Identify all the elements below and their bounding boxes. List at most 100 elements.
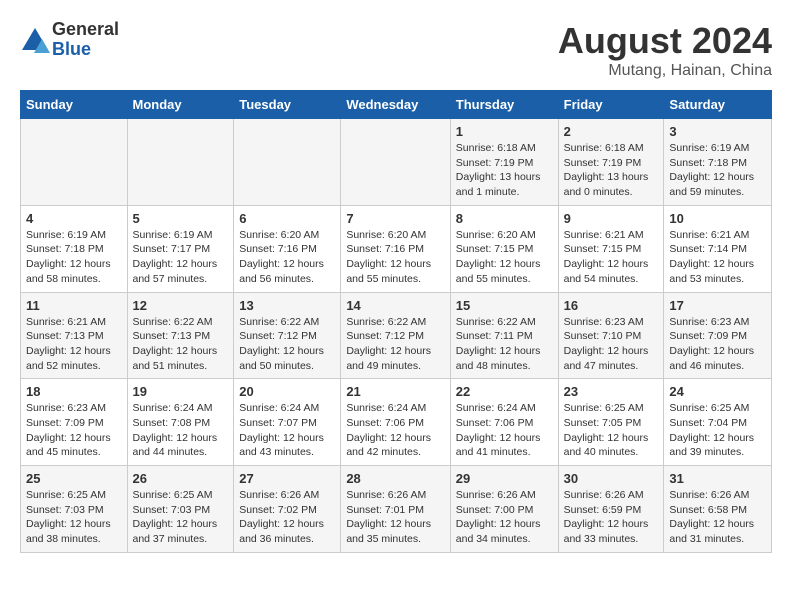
calendar-cell: 31Sunrise: 6:26 AM Sunset: 6:58 PM Dayli…: [664, 466, 772, 553]
day-number: 15: [456, 298, 553, 313]
day-number: 25: [26, 471, 122, 486]
day-info: Sunrise: 6:23 AM Sunset: 7:09 PM Dayligh…: [669, 315, 766, 374]
day-number: 16: [564, 298, 659, 313]
day-number: 13: [239, 298, 335, 313]
day-number: 27: [239, 471, 335, 486]
day-info: Sunrise: 6:23 AM Sunset: 7:09 PM Dayligh…: [26, 401, 122, 460]
day-info: Sunrise: 6:22 AM Sunset: 7:11 PM Dayligh…: [456, 315, 553, 374]
logo-text: General Blue: [52, 20, 119, 60]
calendar-cell: 12 Sunrise: 6:22 AM Sunset: 7:13 PM Dayli…: [127, 292, 234, 379]
day-number: 4: [26, 211, 122, 226]
calendar-table: SundayMondayTuesdayWednesdayThursdayFrid…: [20, 90, 772, 553]
calendar-cell: 26Sunrise: 6:25 AM Sunset: 7:03 PM Dayli…: [127, 466, 234, 553]
day-number: 18: [26, 384, 122, 399]
day-number: 24: [669, 384, 766, 399]
day-number: 12: [133, 298, 229, 313]
calendar-cell: 10Sunrise: 6:21 AM Sunset: 7:14 PM Dayli…: [664, 205, 772, 292]
calendar-cell: 13 Sunrise: 6:22 AM Sunset: 7:12 PM Dayli…: [234, 292, 341, 379]
logo-icon: [20, 25, 50, 55]
calendar-cell: 17 Sunrise: 6:23 AM Sunset: 7:09 PM Dayli…: [664, 292, 772, 379]
calendar-cell: 1Sunrise: 6:18 AM Sunset: 7:19 PM Daylig…: [450, 119, 558, 206]
logo-blue: Blue: [52, 40, 119, 60]
weekday-header-saturday: Saturday: [664, 91, 772, 119]
day-info: Sunrise: 6:21 AM Sunset: 7:14 PM Dayligh…: [669, 228, 766, 287]
calendar-cell: 25 Sunrise: 6:25 AM Sunset: 7:03 PM Dayli…: [21, 466, 128, 553]
day-number: 29: [456, 471, 553, 486]
day-info: Sunrise: 6:22 AM Sunset: 7:12 PM Dayligh…: [346, 315, 444, 374]
day-info: Sunrise: 6:24 AM Sunset: 7:07 PM Dayligh…: [239, 401, 335, 460]
day-number: 11: [26, 298, 122, 313]
day-number: 9: [564, 211, 659, 226]
calendar-week-row: 1Sunrise: 6:18 AM Sunset: 7:19 PM Daylig…: [21, 119, 772, 206]
calendar-cell: 16 Sunrise: 6:23 AM Sunset: 7:10 PM Dayli…: [558, 292, 664, 379]
day-number: 19: [133, 384, 229, 399]
day-info: Sunrise: 6:21 AM Sunset: 7:15 PM Dayligh…: [564, 228, 659, 287]
calendar-cell: 28 Sunrise: 6:26 AM Sunset: 7:01 PM Dayli…: [341, 466, 450, 553]
calendar-cell: 9 Sunrise: 6:21 AM Sunset: 7:15 PM Daylig…: [558, 205, 664, 292]
calendar-cell: [21, 119, 128, 206]
day-info: Sunrise: 6:20 AM Sunset: 7:15 PM Dayligh…: [456, 228, 553, 287]
day-number: 22: [456, 384, 553, 399]
weekday-header-monday: Monday: [127, 91, 234, 119]
day-number: 21: [346, 384, 444, 399]
day-info: Sunrise: 6:18 AM Sunset: 7:19 PM Dayligh…: [456, 141, 553, 200]
calendar-cell: 5Sunrise: 6:19 AM Sunset: 7:17 PM Daylig…: [127, 205, 234, 292]
day-info: Sunrise: 6:25 AM Sunset: 7:03 PM Dayligh…: [133, 488, 229, 547]
day-info: Sunrise: 6:22 AM Sunset: 7:12 PM Dayligh…: [239, 315, 335, 374]
calendar-cell: 19 Sunrise: 6:24 AM Sunset: 7:08 PM Dayli…: [127, 379, 234, 466]
calendar-week-row: 25 Sunrise: 6:25 AM Sunset: 7:03 PM Dayli…: [21, 466, 772, 553]
month-title: August 2024: [558, 20, 772, 62]
day-info: Sunrise: 6:24 AM Sunset: 7:06 PM Dayligh…: [346, 401, 444, 460]
weekday-header-friday: Friday: [558, 91, 664, 119]
calendar-cell: 8 Sunrise: 6:20 AM Sunset: 7:15 PM Daylig…: [450, 205, 558, 292]
calendar-cell: 4 Sunrise: 6:19 AM Sunset: 7:18 PM Daylig…: [21, 205, 128, 292]
day-info: Sunrise: 6:25 AM Sunset: 7:05 PM Dayligh…: [564, 401, 659, 460]
weekday-header-sunday: Sunday: [21, 91, 128, 119]
calendar-cell: 30Sunrise: 6:26 AM Sunset: 6:59 PM Dayli…: [558, 466, 664, 553]
day-info: Sunrise: 6:26 AM Sunset: 7:01 PM Dayligh…: [346, 488, 444, 547]
calendar-cell: 11 Sunrise: 6:21 AM Sunset: 7:13 PM Dayli…: [21, 292, 128, 379]
calendar-cell: 27Sunrise: 6:26 AM Sunset: 7:02 PM Dayli…: [234, 466, 341, 553]
day-number: 6: [239, 211, 335, 226]
logo: General Blue: [20, 20, 119, 60]
calendar-cell: 2Sunrise: 6:18 AM Sunset: 7:19 PM Daylig…: [558, 119, 664, 206]
page-header: General Blue August 2024 Mutang, Hainan,…: [20, 20, 772, 80]
day-info: Sunrise: 6:20 AM Sunset: 7:16 PM Dayligh…: [239, 228, 335, 287]
calendar-cell: 6 Sunrise: 6:20 AM Sunset: 7:16 PM Daylig…: [234, 205, 341, 292]
day-number: 5: [133, 211, 229, 226]
calendar-week-row: 4 Sunrise: 6:19 AM Sunset: 7:18 PM Daylig…: [21, 205, 772, 292]
title-block: August 2024 Mutang, Hainan, China: [558, 20, 772, 80]
day-number: 8: [456, 211, 553, 226]
calendar-cell: 18 Sunrise: 6:23 AM Sunset: 7:09 PM Dayli…: [21, 379, 128, 466]
logo-general: General: [52, 20, 119, 40]
day-info: Sunrise: 6:24 AM Sunset: 7:08 PM Dayligh…: [133, 401, 229, 460]
day-info: Sunrise: 6:21 AM Sunset: 7:13 PM Dayligh…: [26, 315, 122, 374]
calendar-week-row: 18 Sunrise: 6:23 AM Sunset: 7:09 PM Dayli…: [21, 379, 772, 466]
day-number: 17: [669, 298, 766, 313]
calendar-cell: 21 Sunrise: 6:24 AM Sunset: 7:06 PM Dayli…: [341, 379, 450, 466]
calendar-cell: 23 Sunrise: 6:25 AM Sunset: 7:05 PM Dayli…: [558, 379, 664, 466]
day-info: Sunrise: 6:19 AM Sunset: 7:18 PM Dayligh…: [26, 228, 122, 287]
day-number: 20: [239, 384, 335, 399]
day-number: 23: [564, 384, 659, 399]
day-number: 28: [346, 471, 444, 486]
day-info: Sunrise: 6:26 AM Sunset: 7:00 PM Dayligh…: [456, 488, 553, 547]
day-number: 31: [669, 471, 766, 486]
weekday-header-row: SundayMondayTuesdayWednesdayThursdayFrid…: [21, 91, 772, 119]
day-number: 2: [564, 124, 659, 139]
day-info: Sunrise: 6:22 AM Sunset: 7:13 PM Dayligh…: [133, 315, 229, 374]
day-number: 3: [669, 124, 766, 139]
weekday-header-thursday: Thursday: [450, 91, 558, 119]
calendar-cell: [341, 119, 450, 206]
calendar-cell: 7Sunrise: 6:20 AM Sunset: 7:16 PM Daylig…: [341, 205, 450, 292]
calendar-cell: 24 Sunrise: 6:25 AM Sunset: 7:04 PM Dayli…: [664, 379, 772, 466]
calendar-cell: 3 Sunrise: 6:19 AM Sunset: 7:18 PM Daylig…: [664, 119, 772, 206]
calendar-cell: 29 Sunrise: 6:26 AM Sunset: 7:00 PM Dayli…: [450, 466, 558, 553]
day-info: Sunrise: 6:25 AM Sunset: 7:03 PM Dayligh…: [26, 488, 122, 547]
day-info: Sunrise: 6:20 AM Sunset: 7:16 PM Dayligh…: [346, 228, 444, 287]
day-info: Sunrise: 6:25 AM Sunset: 7:04 PM Dayligh…: [669, 401, 766, 460]
day-info: Sunrise: 6:23 AM Sunset: 7:10 PM Dayligh…: [564, 315, 659, 374]
day-info: Sunrise: 6:19 AM Sunset: 7:18 PM Dayligh…: [669, 141, 766, 200]
calendar-week-row: 11 Sunrise: 6:21 AM Sunset: 7:13 PM Dayli…: [21, 292, 772, 379]
location-title: Mutang, Hainan, China: [558, 62, 772, 80]
